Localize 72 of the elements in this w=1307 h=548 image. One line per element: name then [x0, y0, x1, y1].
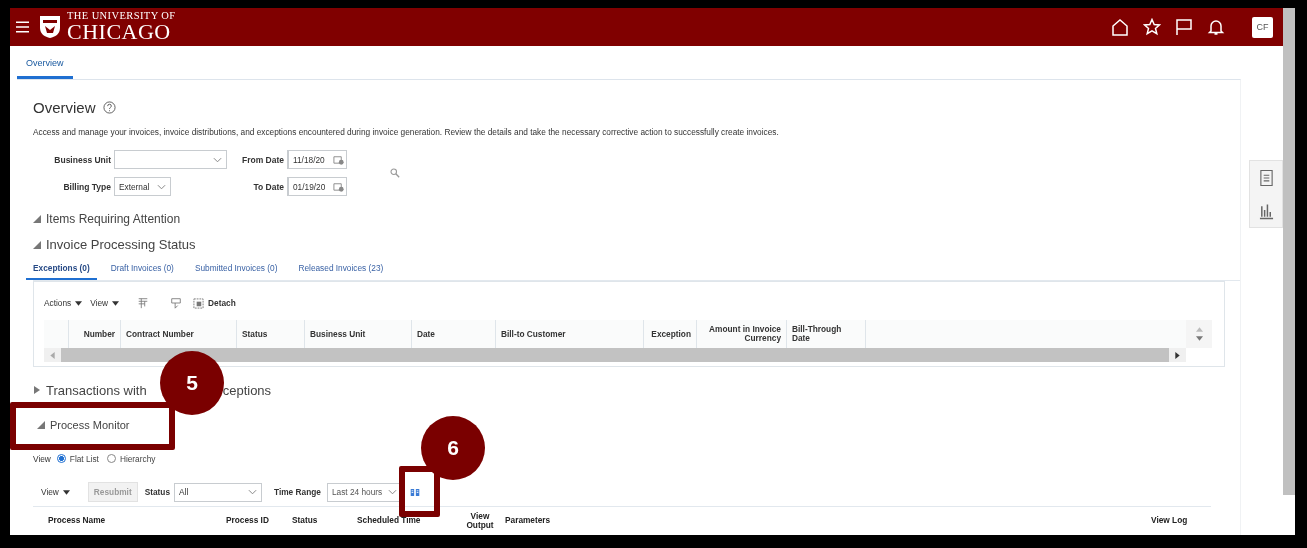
- page-title: Overview: [33, 99, 96, 117]
- date-field[interactable]: 11/18/20: [287, 150, 347, 170]
- flag-icon[interactable]: [1175, 18, 1193, 36]
- tab[interactable]: Submitted Invoices (0): [187, 261, 285, 281]
- detach-icon: [193, 297, 205, 309]
- menu-button[interactable]: View: [41, 487, 70, 498]
- calendar-icon[interactable]: [333, 154, 344, 166]
- column-header[interactable]: Scheduled Time: [357, 516, 421, 526]
- field-label: Time Range: [274, 487, 321, 498]
- section-title[interactable]: ceptions: [222, 382, 272, 398]
- section-title[interactable]: Invoice Processing Status: [46, 237, 196, 253]
- chevron-down-icon: [213, 156, 222, 163]
- star-icon[interactable]: [1143, 18, 1161, 36]
- column-header[interactable]: Process Name: [48, 516, 106, 526]
- select-field[interactable]: Last 24 hours: [326, 482, 399, 502]
- caret-icon: [62, 489, 70, 495]
- column-header[interactable]: View Log: [1151, 516, 1188, 526]
- step-badge: 6: [421, 416, 485, 480]
- caret-icon: [112, 300, 120, 306]
- field-label: To Date: [252, 181, 285, 192]
- tab[interactable]: Draft Invoices (0): [103, 261, 181, 281]
- tab[interactable]: Released Invoices (23): [291, 261, 391, 281]
- tab[interactable]: Exceptions (0): [26, 261, 97, 281]
- field-label: Billing Type: [62, 181, 112, 192]
- document-icon[interactable]: [1258, 168, 1274, 187]
- user-avatar[interactable]: CF: [1252, 16, 1273, 38]
- column-header[interactable]: Process ID: [226, 516, 269, 526]
- date-field[interactable]: 01/19/20: [287, 177, 347, 197]
- section-title[interactable]: Process Monitor: [50, 418, 130, 431]
- description-text: Access and manage your invoices, invoice distributions, and exceptions encountered during invoice generation. Review the details and take the necessary corrective action to successfully create invoices.: [33, 127, 780, 138]
- chevron-down-icon: [387, 489, 397, 496]
- select-field[interactable]: [114, 150, 227, 170]
- select-field[interactable]: External: [114, 177, 171, 197]
- refresh-icon[interactable]: [408, 486, 421, 498]
- help-icon[interactable]: [102, 101, 116, 115]
- wrap-icon[interactable]: [170, 297, 183, 310]
- home-icon[interactable]: [1111, 18, 1129, 36]
- logo-text: CHICAGO: [67, 21, 172, 44]
- bell-icon[interactable]: [1207, 18, 1225, 36]
- horizontal-scrollbar[interactable]: [44, 348, 1186, 363]
- freeze-columns-icon[interactable]: [137, 297, 150, 310]
- bar-chart-icon[interactable]: [1258, 201, 1274, 220]
- chevron-down-icon: [248, 489, 257, 496]
- menu-icon[interactable]: [16, 21, 29, 33]
- menu-button[interactable]: Actions: [44, 298, 83, 309]
- calendar-icon[interactable]: [333, 181, 344, 193]
- field-label: From Date: [240, 154, 285, 165]
- menu-button[interactable]: View: [90, 298, 120, 309]
- section-title[interactable]: Transactions with: [46, 382, 147, 398]
- crest-icon: [39, 15, 61, 39]
- right-arrow-icon[interactable]: [1175, 351, 1180, 359]
- radio-option[interactable]: Flat List: [56, 453, 99, 464]
- logo-text: THE UNIVERSITY OF: [67, 10, 176, 22]
- collapse-icon[interactable]: [37, 420, 45, 429]
- chevron-down-icon: [157, 183, 166, 190]
- column-header[interactable]: Parameters: [505, 516, 551, 526]
- radio-option[interactable]: Hierarchy: [106, 453, 156, 464]
- field-label: Status: [144, 487, 170, 498]
- detach-button[interactable]: Detach: [193, 297, 236, 309]
- collapse-icon[interactable]: [33, 215, 41, 224]
- field-label: View: [33, 453, 51, 464]
- collapse-icon[interactable]: [33, 240, 41, 249]
- down-arrow-icon[interactable]: [1195, 336, 1203, 342]
- section-title[interactable]: Items Requiring Attention: [46, 212, 181, 227]
- field-label: Business Unit: [53, 154, 112, 165]
- tab[interactable]: Overview: [17, 46, 73, 79]
- column-header[interactable]: View Output: [463, 511, 497, 531]
- column-header[interactable]: Status: [292, 516, 318, 526]
- caret-icon: [75, 300, 83, 306]
- search-icon[interactable]: [390, 168, 400, 179]
- select-field[interactable]: All: [174, 482, 262, 502]
- expand-icon[interactable]: [33, 386, 41, 395]
